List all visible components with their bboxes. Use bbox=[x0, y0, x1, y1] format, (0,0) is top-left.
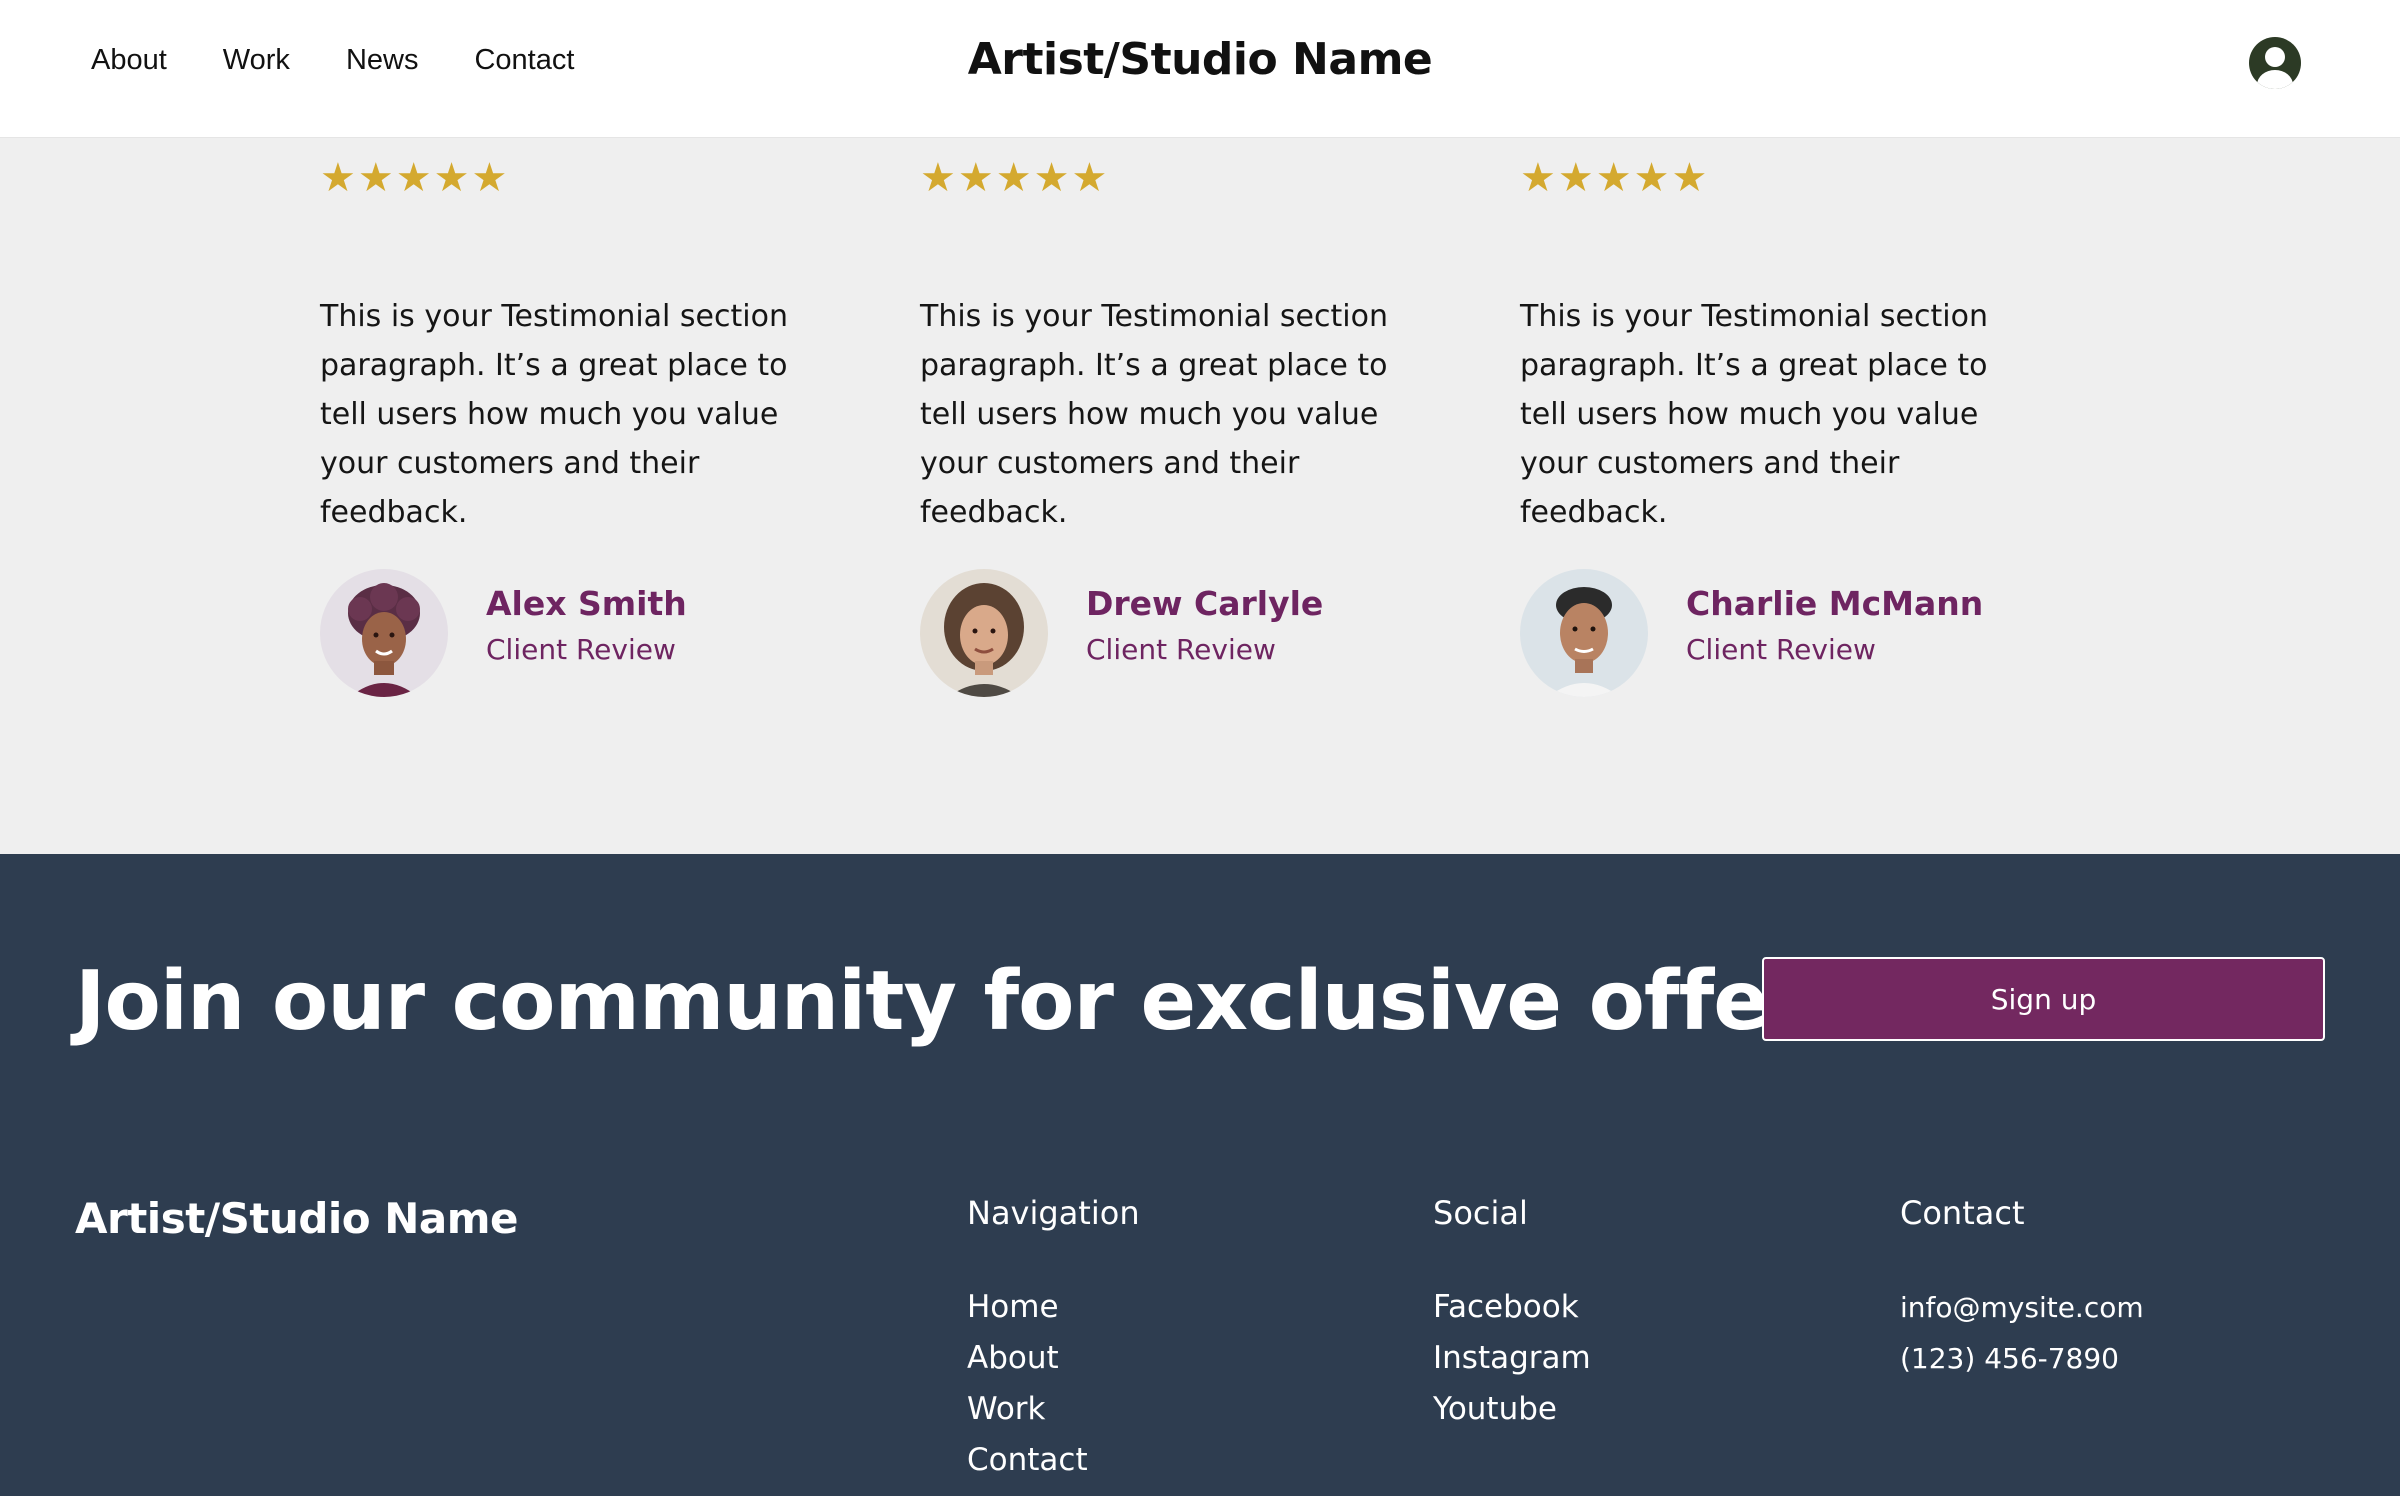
nav-news[interactable]: News bbox=[346, 44, 419, 77]
reviewer-name: Charlie McMann bbox=[1686, 584, 1984, 623]
main-nav: About Work News Contact bbox=[91, 44, 630, 77]
site-footer: Join our community for exclusive offers … bbox=[0, 854, 2400, 1496]
footer-link-instagram[interactable]: Instagram bbox=[1433, 1333, 1591, 1384]
contact-phone[interactable]: (123) 456-7890 bbox=[1900, 1333, 2144, 1384]
star-rating: ★★★★★ bbox=[1520, 155, 1710, 201]
footer-social: Social Facebook Instagram Youtube bbox=[1433, 1194, 1591, 1435]
contact-email[interactable]: info@mysite.com bbox=[1900, 1282, 2144, 1333]
footer-link-contact[interactable]: Contact bbox=[967, 1435, 1140, 1486]
sign-up-button[interactable]: Sign up bbox=[1762, 957, 2325, 1041]
reviewer-avatar bbox=[320, 569, 448, 697]
site-header: About Work News Contact Artist/Studio Na… bbox=[0, 0, 2400, 137]
reviewer-role: Client Review bbox=[486, 633, 676, 666]
cta-heading: Join our community for exclusive offers bbox=[75, 954, 1856, 1049]
footer-brand: Artist/Studio Name bbox=[75, 1194, 519, 1243]
reviewer-role: Client Review bbox=[1686, 633, 1876, 666]
footer-contact-title: Contact bbox=[1900, 1194, 2025, 1232]
reviewer-name: Drew Carlyle bbox=[1086, 584, 1324, 623]
reviewer-avatar bbox=[920, 569, 1048, 697]
user-avatar-icon[interactable] bbox=[2249, 37, 2301, 89]
star-rating: ★★★★★ bbox=[920, 155, 1110, 201]
footer-link-work[interactable]: Work bbox=[967, 1384, 1140, 1435]
footer-link-facebook[interactable]: Facebook bbox=[1433, 1282, 1591, 1333]
testimonial-quote: This is your Testimonial section paragra… bbox=[320, 299, 788, 530]
nav-about[interactable]: About bbox=[91, 44, 167, 77]
reviewer-name: Alex Smith bbox=[486, 584, 687, 623]
footer-navigation: Navigation Home About Work Contact bbox=[967, 1194, 1140, 1486]
footer-social-title: Social bbox=[1433, 1194, 1528, 1232]
footer-link-youtube[interactable]: Youtube bbox=[1433, 1384, 1591, 1435]
star-rating: ★★★★★ bbox=[320, 155, 510, 201]
footer-link-home[interactable]: Home bbox=[967, 1282, 1140, 1333]
footer-contact: Contact info@mysite.com (123) 456-7890 bbox=[1900, 1194, 2144, 1384]
reviewer-avatar bbox=[1520, 569, 1648, 697]
footer-nav-title: Navigation bbox=[967, 1194, 1140, 1232]
testimonial-quote: This is your Testimonial section paragra… bbox=[1520, 299, 1988, 530]
nav-contact[interactable]: Contact bbox=[474, 44, 574, 77]
footer-link-about[interactable]: About bbox=[967, 1333, 1140, 1384]
nav-work[interactable]: Work bbox=[223, 44, 290, 77]
testimonials-section: ★★★★★ This is your Testimonial section p… bbox=[0, 137, 2400, 854]
reviewer-role: Client Review bbox=[1086, 633, 1276, 666]
site-title[interactable]: Artist/Studio Name bbox=[968, 34, 1433, 85]
testimonial-quote: This is your Testimonial section paragra… bbox=[920, 299, 1388, 530]
